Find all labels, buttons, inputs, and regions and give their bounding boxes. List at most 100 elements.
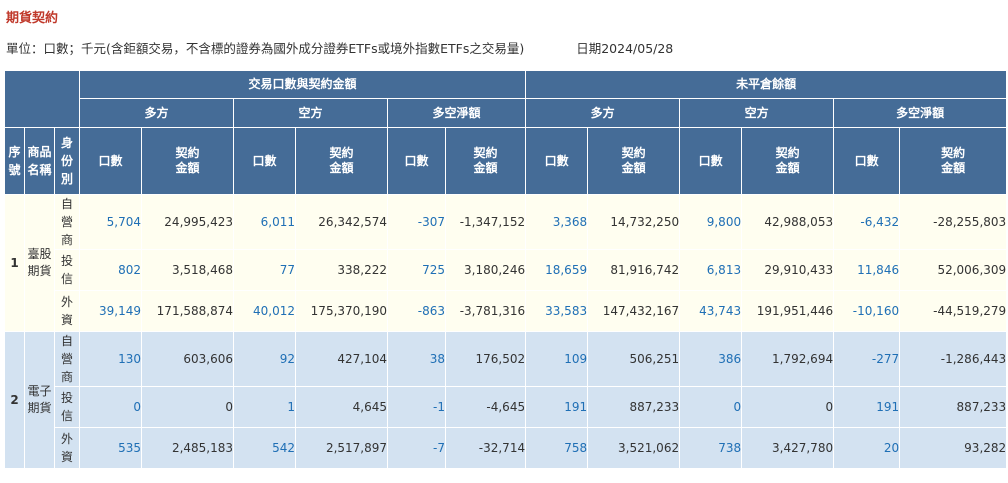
oi-net-amount: -1,286,443 bbox=[899, 331, 1008, 387]
page-title: 期貨契約 bbox=[6, 11, 59, 26]
trade-short-lots[interactable]: 542 bbox=[233, 427, 297, 469]
trade-short-lots[interactable]: 6,011 bbox=[233, 194, 297, 250]
seq-cell: 2 bbox=[4, 331, 25, 469]
oi-short-amount: 0 bbox=[741, 386, 835, 428]
date-label: 日期2024/05/28 bbox=[576, 41, 674, 56]
col-header-lots: 口數 bbox=[233, 127, 297, 195]
oi-short-lots[interactable]: 9,800 bbox=[679, 194, 743, 250]
oi-long-lots[interactable]: 3,368 bbox=[525, 194, 589, 250]
oi-long-amount: 14,732,250 bbox=[587, 194, 681, 250]
oi-long-lots[interactable]: 33,583 bbox=[525, 290, 589, 332]
oi-short-amount: 29,910,433 bbox=[741, 249, 835, 291]
trade-short-amount: 338,222 bbox=[295, 249, 389, 291]
subheader-oi-net: 多空淨額 bbox=[833, 98, 1008, 128]
trade-long-amount: 3,518,468 bbox=[141, 249, 235, 291]
oi-short-amount: 1,792,694 bbox=[741, 331, 835, 387]
oi-long-lots[interactable]: 191 bbox=[525, 386, 589, 428]
oi-long-amount: 81,916,742 bbox=[587, 249, 681, 291]
trade-long-amount: 603,606 bbox=[141, 331, 235, 387]
trade-net-amount: -3,781,316 bbox=[445, 290, 527, 332]
trade-short-lots[interactable]: 1 bbox=[233, 386, 297, 428]
oi-long-amount: 3,521,062 bbox=[587, 427, 681, 469]
trade-net-amount: 3,180,246 bbox=[445, 249, 527, 291]
table-row: 2 電子期貨 自營商 130 603,606 92 427,104 38 176… bbox=[4, 331, 1008, 469]
table-row: 1 臺股期貨 自營商 5,704 24,995,423 6,011 26,342… bbox=[4, 194, 1008, 332]
trade-long-lots[interactable]: 130 bbox=[79, 331, 143, 387]
trade-long-lots[interactable]: 39,149 bbox=[79, 290, 143, 332]
oi-net-amount: 52,006,309 bbox=[899, 249, 1008, 291]
trade-net-lots[interactable]: -863 bbox=[387, 290, 447, 332]
trade-long-amount: 0 bbox=[141, 386, 235, 428]
subheader-oi-short: 空方 bbox=[679, 98, 835, 128]
oi-short-amount: 42,988,053 bbox=[741, 194, 835, 250]
oi-net-lots[interactable]: -277 bbox=[833, 331, 901, 387]
col-header-amount: 契約金額 bbox=[587, 127, 681, 195]
investor-cell: 自營商 bbox=[53, 331, 81, 387]
col-header-lots: 口數 bbox=[525, 127, 589, 195]
investor-cell: 自營商 bbox=[53, 194, 81, 250]
oi-short-lots[interactable]: 386 bbox=[679, 331, 743, 387]
col-header-lots: 口數 bbox=[387, 127, 447, 195]
investor-cell: 外資 bbox=[53, 427, 81, 469]
oi-long-lots[interactable]: 18,659 bbox=[525, 249, 589, 291]
oi-net-lots[interactable]: -6,432 bbox=[833, 194, 901, 250]
trade-net-lots[interactable]: -7 bbox=[387, 427, 447, 469]
trade-net-lots[interactable]: 725 bbox=[387, 249, 447, 291]
col-header-investor: 身份別 bbox=[53, 127, 81, 195]
oi-short-lots[interactable]: 6,813 bbox=[679, 249, 743, 291]
oi-long-lots[interactable]: 758 bbox=[525, 427, 589, 469]
product-name-cell: 電子期貨 bbox=[24, 331, 55, 469]
trade-short-amount: 2,517,897 bbox=[295, 427, 389, 469]
oi-net-lots[interactable]: 20 bbox=[833, 427, 901, 469]
product-name-cell: 臺股期貨 bbox=[24, 194, 55, 332]
futures-table: 交易口數與契約金額 未平倉餘額 多方 空方 多空淨額 多方 空方 多空淨額 序號… bbox=[3, 70, 1008, 469]
trade-net-amount: -4,645 bbox=[445, 386, 527, 428]
oi-net-amount: -28,255,803 bbox=[899, 194, 1008, 250]
oi-short-amount: 191,951,446 bbox=[741, 290, 835, 332]
seq-cell: 1 bbox=[4, 194, 25, 332]
oi-long-amount: 887,233 bbox=[587, 386, 681, 428]
investor-cell: 投信 bbox=[53, 386, 81, 428]
trade-short-lots[interactable]: 40,012 bbox=[233, 290, 297, 332]
subheader-trading-short: 空方 bbox=[233, 98, 389, 128]
trade-long-lots[interactable]: 5,704 bbox=[79, 194, 143, 250]
trade-short-lots[interactable]: 92 bbox=[233, 331, 297, 387]
col-header-lots: 口數 bbox=[833, 127, 901, 195]
trade-long-lots[interactable]: 802 bbox=[79, 249, 143, 291]
unit-text: 單位：口數；千元(含鉅額交易，不含標的證券為國外成分證券ETFs或境外指數ETF… bbox=[6, 41, 525, 56]
trade-short-amount: 26,342,574 bbox=[295, 194, 389, 250]
oi-short-lots[interactable]: 0 bbox=[679, 386, 743, 428]
col-header-seq: 序號 bbox=[4, 127, 25, 195]
col-header-amount: 契約金額 bbox=[141, 127, 235, 195]
trade-long-amount: 2,485,183 bbox=[141, 427, 235, 469]
oi-short-lots[interactable]: 738 bbox=[679, 427, 743, 469]
col-header-amount: 契約金額 bbox=[295, 127, 389, 195]
table-row: 投信 0 0 1 4,645 -1 -4,645 191 887,233 0 0… bbox=[5, 386, 1008, 428]
col-header-amount: 契約金額 bbox=[899, 127, 1008, 195]
trade-long-lots[interactable]: 0 bbox=[79, 386, 143, 428]
oi-net-lots[interactable]: 11,846 bbox=[833, 249, 901, 291]
trade-long-lots[interactable]: 535 bbox=[79, 427, 143, 469]
col-header-amount: 契約金額 bbox=[445, 127, 527, 195]
trade-net-amount: -1,347,152 bbox=[445, 194, 527, 250]
oi-short-lots[interactable]: 43,743 bbox=[679, 290, 743, 332]
col-header-product: 商品名稱 bbox=[24, 127, 55, 195]
trade-short-lots[interactable]: 77 bbox=[233, 249, 297, 291]
oi-short-amount: 3,427,780 bbox=[741, 427, 835, 469]
oi-long-amount: 506,251 bbox=[587, 331, 681, 387]
col-header-amount: 契約金額 bbox=[741, 127, 835, 195]
subheader-trading-long: 多方 bbox=[79, 98, 235, 128]
trade-short-amount: 175,370,190 bbox=[295, 290, 389, 332]
subheader-oi-long: 多方 bbox=[525, 98, 681, 128]
oi-net-amount: -44,519,279 bbox=[899, 290, 1008, 332]
table-row: 外資 39,149 171,588,874 40,012 175,370,190… bbox=[5, 290, 1008, 332]
oi-net-lots[interactable]: -10,160 bbox=[833, 290, 901, 332]
trade-net-amount: 176,502 bbox=[445, 331, 527, 387]
investor-cell: 投信 bbox=[53, 249, 81, 291]
trade-net-lots[interactable]: -307 bbox=[387, 194, 447, 250]
trade-net-lots[interactable]: -1 bbox=[387, 386, 447, 428]
trade-net-lots[interactable]: 38 bbox=[387, 331, 447, 387]
oi-long-lots[interactable]: 109 bbox=[525, 331, 589, 387]
col-header-lots: 口數 bbox=[679, 127, 743, 195]
oi-net-lots[interactable]: 191 bbox=[833, 386, 901, 428]
